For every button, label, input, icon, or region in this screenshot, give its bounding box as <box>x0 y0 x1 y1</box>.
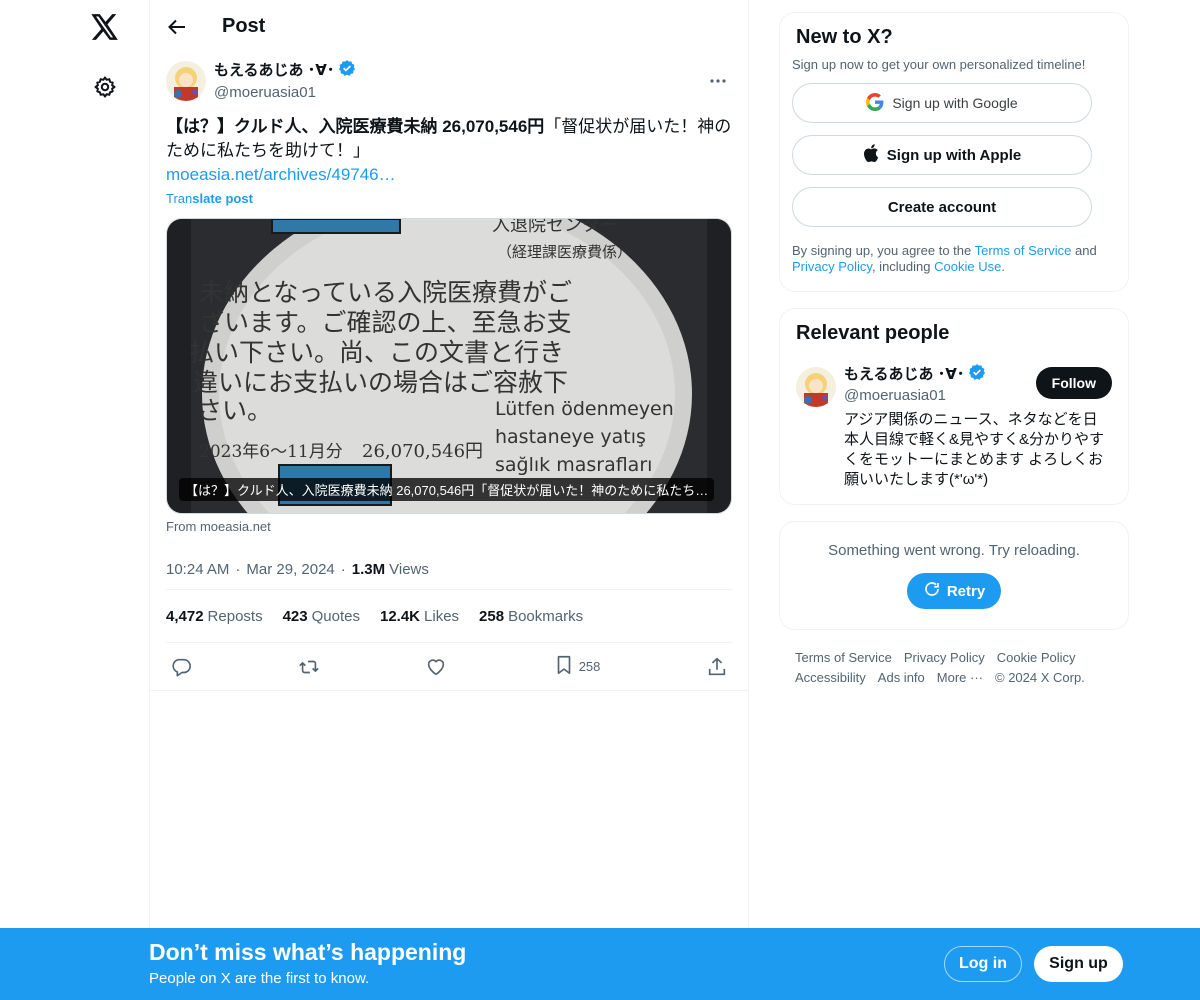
signup-banner: Don’t miss what’s happening People on X … <box>0 928 1200 1000</box>
create-account-button[interactable]: Create account <box>792 187 1092 227</box>
doc-line-5: さい。 <box>197 396 272 425</box>
post-date[interactable]: Mar 29, 2024 <box>246 561 334 578</box>
views-label: Views <box>389 561 429 578</box>
footer-copyright: © 2024 X Corp. <box>995 670 1085 685</box>
footer-terms-link[interactable]: Terms of Service <box>795 648 892 668</box>
log-in-button[interactable]: Log in <box>944 946 1022 982</box>
post-link[interactable]: moeasia.net/archives/49746… <box>166 163 732 187</box>
doc-header-sub: （経理課医療費係） <box>497 243 632 261</box>
sign-up-google-button[interactable]: Sign up with Google <box>792 83 1092 123</box>
avatar[interactable] <box>166 61 206 101</box>
page-title: Post <box>222 15 266 37</box>
footer-cookie-link[interactable]: Cookie Policy <box>997 648 1076 668</box>
bookmark-button[interactable]: 258 <box>553 654 601 679</box>
relevant-person-name[interactable]: もえるあじあ ･∀･ <box>844 365 964 385</box>
footer-links: Terms of Service Privacy Policy Cookie P… <box>779 648 1109 688</box>
reposts-stat[interactable]: 4,472 Reposts <box>166 608 263 625</box>
verified-badge-icon <box>968 363 986 387</box>
doc-line-4: 違いにお支払いの場合はご容赦下 <box>193 368 568 397</box>
banner-title: Don’t miss what’s happening <box>149 939 467 965</box>
quotes-stat[interactable]: 423 Quotes <box>283 608 360 625</box>
footer-privacy-link[interactable]: Privacy Policy <box>904 648 985 668</box>
link-card-source[interactable]: From moeasia.net <box>166 519 732 534</box>
relevant-person-bio: アジア関係のニュース、ネタなどを日本人目線で軽く&見やすく&分かりやすくをモット… <box>844 411 1105 488</box>
apple-icon <box>863 144 879 166</box>
refresh-icon <box>923 580 941 602</box>
author-name[interactable]: もえるあじあ ･∀･ <box>214 61 334 81</box>
likes-stat[interactable]: 12.4K Likes <box>380 608 459 625</box>
link-card-caption: 【は？】クルド人、入院医療費未納 26,070,546円「督促状が届いた！神のた… <box>179 478 715 501</box>
doc-header: 入退院センター <box>492 219 618 236</box>
new-to-x-card: New to X? Sign up now to get your own pe… <box>779 12 1129 292</box>
doc-turkish-3: sağlık masrafları <box>495 454 652 476</box>
sign-up-apple-label: Sign up with Apple <box>886 146 1022 164</box>
doc-amount-period: 2023年6〜11月分 <box>199 442 343 462</box>
error-message: Something went wrong. Try reloading. <box>828 542 1080 559</box>
follow-button[interactable]: Follow <box>1035 367 1112 399</box>
post-time[interactable]: 10:24 AM <box>166 561 229 578</box>
privacy-link[interactable]: Privacy Policy <box>792 259 872 274</box>
relevant-people-card: Relevant people もえるあじあ ･∀･ @moeruasia01 … <box>779 308 1129 505</box>
reply-icon[interactable] <box>170 656 192 678</box>
like-icon[interactable] <box>425 656 447 678</box>
author-names: もえるあじあ ･∀･ @moeruasia01 <box>214 59 356 103</box>
footer-more-link[interactable]: More ··· <box>937 668 983 688</box>
repost-icon[interactable] <box>298 656 320 678</box>
sign-up-apple-button[interactable]: Sign up with Apple <box>792 135 1092 175</box>
translate-post-link[interactable]: Translate post <box>166 191 732 206</box>
post-stats: 4,472 Reposts 423 Quotes 12.4K Likes 258 Boo… <box>166 590 732 643</box>
verified-badge-icon <box>338 59 356 83</box>
post: もえるあじあ ･∀･ @moeruasia01 【は？】クルド人、入院医療費未納… <box>150 53 748 691</box>
doc-line-2: ざいます。ご確認の上、至急お支 <box>199 308 572 337</box>
google-icon <box>866 92 884 114</box>
error-card: Something went wrong. Try reloading. Ret… <box>779 521 1129 630</box>
sign-up-google-label: Sign up with Google <box>892 95 1018 111</box>
more-options-icon[interactable] <box>704 67 732 95</box>
doc-amount: 26,070,546円 <box>362 441 483 462</box>
main-column: Post もえるあじあ ･∀･ @moeruasia01 【は？】クルド人、入院 <box>150 0 749 1000</box>
doc-turkish-2: hastaneye yatış <box>495 426 646 448</box>
x-logo-icon[interactable] <box>82 4 128 50</box>
footer-ads-link[interactable]: Ads info <box>878 668 925 688</box>
bookmark-icon <box>553 654 575 679</box>
retry-label: Retry <box>946 582 986 600</box>
main-header: Post <box>150 0 748 53</box>
views-count: 1.3M <box>351 561 386 578</box>
relevant-people-title: Relevant people <box>796 322 950 344</box>
terms-link[interactable]: Terms of Service <box>975 243 1072 258</box>
author-handle[interactable]: @moeruasia01 <box>214 83 356 103</box>
cookie-use-link[interactable]: Cookie Use <box>934 259 1001 274</box>
author-row: もえるあじあ ･∀･ @moeruasia01 <box>166 53 732 109</box>
banner-subtitle: People on X are the first to know. <box>149 970 370 987</box>
bookmark-count: 258 <box>578 659 601 674</box>
post-text: 【は？】クルド人、入院医療費未納 26,070,546円「督促状が届いた！神のた… <box>166 115 732 163</box>
post-meta: 10:24 AM · Mar 29, 2024 · 1.3M Views <box>166 550 732 590</box>
retry-button[interactable]: Retry <box>906 573 1002 609</box>
avatar[interactable] <box>796 367 836 407</box>
left-nav <box>0 0 150 1000</box>
signup-legal-text: By signing up, you agree to the Terms of… <box>792 243 1097 274</box>
post-actions: 258 <box>150 643 748 691</box>
bookmarks-stat[interactable]: 258 Bookmarks <box>479 608 583 625</box>
post-text-bold: 【は？】クルド人、入院医療費未納 26,070,546円 <box>166 117 545 136</box>
doc-turkish-1: Lütfen ödenmeyen <box>495 398 674 420</box>
gear-icon[interactable] <box>82 64 128 110</box>
doc-line-3: 払い下さい。尚、この文書と行き <box>189 338 564 367</box>
new-to-x-title: New to X? <box>796 26 893 48</box>
link-card-image[interactable]: 入退院センター （経理課医療費係） 未納となっている入院医療費がご ざいます。ご… <box>166 218 732 514</box>
back-arrow-icon[interactable] <box>166 16 188 38</box>
share-icon[interactable] <box>706 656 728 678</box>
right-sidebar: New to X? Sign up now to get your own pe… <box>779 12 1129 688</box>
doc-line-1: 未納となっている入院医療費がご <box>199 278 572 307</box>
sign-up-button[interactable]: Sign up <box>1034 946 1123 982</box>
relevant-person[interactable]: もえるあじあ ･∀･ @moeruasia01 アジア関係のニュース、ネタなどを… <box>796 363 1112 490</box>
footer-accessibility-link[interactable]: Accessibility <box>795 668 866 688</box>
new-to-x-subtitle: Sign up now to get your own personalized… <box>792 57 1086 72</box>
